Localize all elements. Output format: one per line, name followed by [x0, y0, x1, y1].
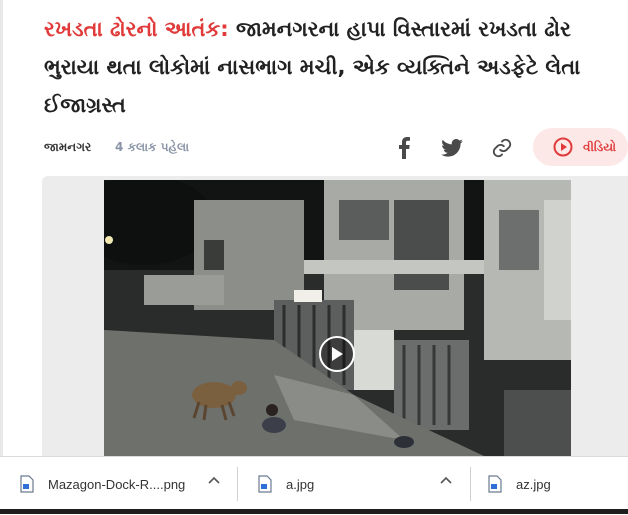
copy-link-button[interactable]	[488, 134, 516, 162]
play-icon	[332, 347, 343, 361]
video-button-label: વીડિયો	[583, 139, 617, 154]
chevron-up-icon[interactable]	[440, 476, 452, 484]
play-circle-icon	[553, 137, 573, 157]
headline-tag: રખડતા ઢોરનો આતંક:	[44, 17, 229, 41]
chevron-up-icon[interactable]	[208, 476, 220, 484]
download-item[interactable]: a.jpg	[258, 457, 458, 511]
facebook-share-button[interactable]	[390, 134, 418, 162]
left-gutter	[0, 0, 3, 514]
downloads-bar: Mazagon-Dock-R....png a.jpg az.jpg	[0, 456, 628, 515]
divider	[237, 467, 238, 501]
file-icon	[258, 475, 272, 493]
download-item[interactable]: Mazagon-Dock-R....png	[20, 457, 230, 511]
night-street-scene	[104, 180, 571, 456]
timestamp: 4 કલાક પહેલા	[115, 140, 190, 154]
twitter-share-button[interactable]	[438, 134, 466, 162]
download-filename: az.jpg	[516, 476, 551, 492]
divider	[470, 467, 471, 501]
facebook-icon	[399, 137, 410, 159]
download-filename: a.jpg	[286, 476, 315, 492]
download-filename: Mazagon-Dock-R....png	[48, 476, 186, 492]
video-button[interactable]: વીડિયો	[533, 128, 628, 166]
play-button[interactable]	[319, 336, 355, 372]
file-icon	[488, 475, 502, 493]
article-headline[interactable]: રખડતા ઢોરનો આતંક: જામનગરના હાપા વિસ્તારમ…	[44, 10, 614, 124]
link-icon	[492, 138, 512, 158]
twitter-icon	[441, 139, 463, 157]
download-item[interactable]: az.jpg	[488, 457, 608, 511]
city-label[interactable]: જામનગર	[44, 140, 91, 154]
file-icon	[20, 475, 34, 493]
taskbar-edge	[0, 509, 628, 514]
article-meta: જામનગર 4 કલાક પહેલા	[44, 140, 189, 155]
video-thumbnail[interactable]	[104, 180, 571, 456]
